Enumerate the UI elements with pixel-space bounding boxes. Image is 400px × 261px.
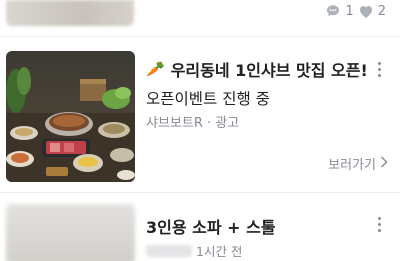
ad-list-item[interactable]: 🥕 우리동네 1인샤브 맛집 오픈! 오픈이벤트 진행 중 샤브보트R · 광고…: [0, 48, 400, 184]
ad-thumbnail-image: [6, 51, 135, 182]
view-more-label: 보러가기: [328, 158, 376, 173]
ad-meta: 샤브보트R · 광고: [146, 112, 239, 131]
listing-time: 1시간 전: [196, 244, 243, 259]
blurred-location: [146, 244, 192, 257]
view-more-link[interactable]: 보러가기: [328, 154, 388, 173]
listing-more-options-button[interactable]: [372, 214, 386, 234]
previous-item-stats: 1 2: [325, 3, 386, 19]
ad-title-text: 우리동네 1인샤브 맛집 오픈!: [170, 61, 368, 80]
ad-label: 광고: [215, 116, 240, 131]
listing-title: 3인용 소파 + 스툴: [146, 218, 276, 237]
listing-meta: 1시간 전: [146, 241, 242, 260]
previous-item-thumbnail: [6, 0, 134, 26]
meta-separator: ·: [202, 116, 216, 131]
advertiser-name: 샤브보트R: [146, 116, 203, 131]
listing-thumbnail: [6, 204, 135, 261]
like-count: 2: [377, 3, 386, 19]
carrot-icon: 🥕: [146, 60, 165, 78]
ad-title: 🥕 우리동네 1인샤브 맛집 오픈!: [146, 57, 368, 81]
divider: [0, 36, 400, 37]
comment-icon: [325, 3, 341, 19]
heart-icon: [358, 4, 374, 19]
list-item[interactable]: 3인용 소파 + 스툴 1시간 전: [0, 196, 400, 261]
ad-subtitle: 오픈이벤트 진행 중: [146, 90, 270, 108]
previous-list-item[interactable]: 1 2: [0, 0, 400, 36]
divider: [0, 192, 400, 193]
comment-count: 1: [345, 3, 354, 19]
chevron-right-icon: [380, 155, 388, 172]
ad-more-options-button[interactable]: [372, 59, 386, 79]
